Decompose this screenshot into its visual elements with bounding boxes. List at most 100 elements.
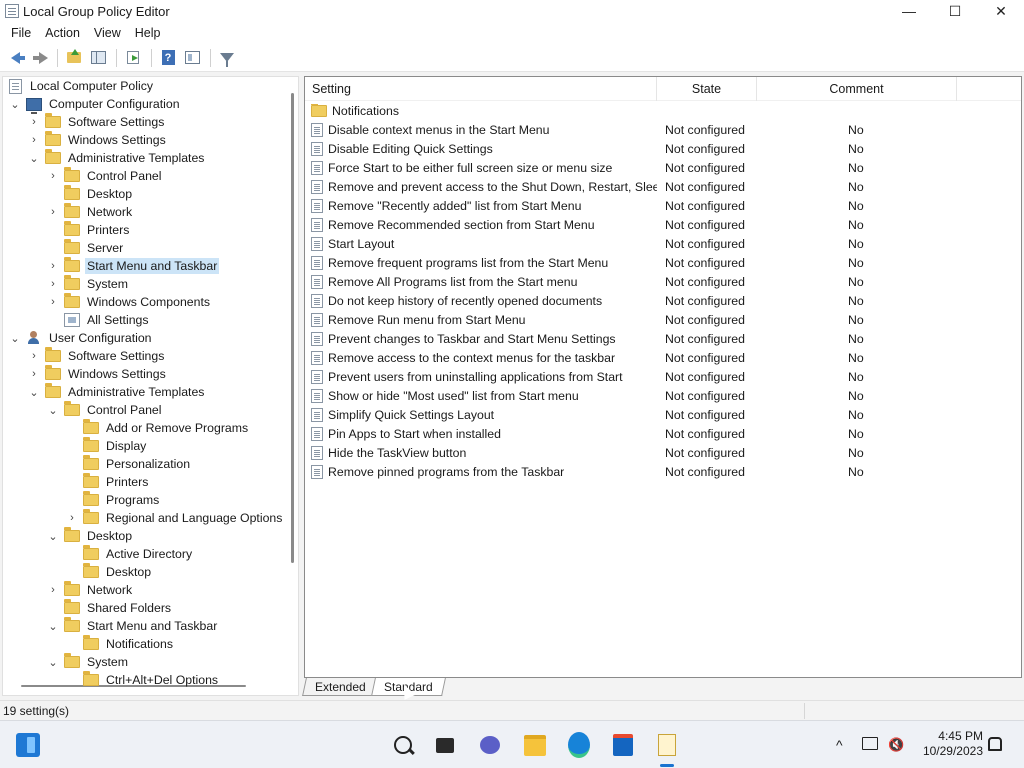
collapse-chevron-icon[interactable]: ⌄	[28, 149, 40, 167]
policy-row[interactable]: Disable Editing Quick Settings Not config…	[305, 139, 1021, 158]
tree-item[interactable]: All Settings	[47, 311, 151, 329]
tree-item[interactable]: ⌄ System	[47, 653, 130, 671]
collapse-chevron-icon[interactable]: ⌄	[47, 617, 59, 635]
collapse-chevron-icon[interactable]: ⌄	[47, 527, 59, 545]
policy-row[interactable]: Pin Apps to Start when installed Not conf…	[305, 424, 1021, 443]
tree-item[interactable]: Programs	[66, 491, 161, 509]
policy-row[interactable]: Remove frequent programs list from the S…	[305, 253, 1021, 272]
policy-row[interactable]: Prevent changes to Taskbar and Start Men…	[305, 329, 1021, 348]
expand-chevron-icon[interactable]: ›	[66, 509, 78, 527]
menu-help[interactable]: Help	[128, 26, 168, 40]
menu-view[interactable]: View	[87, 26, 128, 40]
tree-item[interactable]: › Software Settings	[28, 113, 166, 131]
tree-item[interactable]: Local Computer Policy	[9, 77, 155, 95]
show-hidden-icons-chevron-icon[interactable]: ^	[836, 737, 843, 753]
expand-chevron-icon[interactable]: ›	[28, 365, 40, 383]
tree-item[interactable]: Active Directory	[66, 545, 194, 563]
tree-item[interactable]: Printers	[66, 473, 150, 491]
tree-item[interactable]: › Windows Settings	[28, 365, 168, 383]
tree-item[interactable]: Desktop	[66, 563, 153, 581]
policy-row[interactable]: Remove Recommended section from Start Me…	[305, 215, 1021, 234]
expand-chevron-icon[interactable]: ›	[47, 581, 59, 599]
notifications-icon[interactable]	[988, 737, 1002, 751]
column-comment[interactable]: Comment	[757, 77, 957, 101]
expand-chevron-icon[interactable]: ›	[47, 203, 59, 221]
menu-file[interactable]: File	[4, 26, 38, 40]
start-icon[interactable]	[346, 733, 370, 757]
close-button[interactable]: ✕	[978, 0, 1024, 22]
tree-item[interactable]: Personalization	[66, 455, 192, 473]
tree-item[interactable]: ⌄ Desktop	[47, 527, 134, 545]
filter-button[interactable]	[216, 47, 238, 69]
policy-row[interactable]: Start Layout Not configured No	[305, 234, 1021, 253]
maximize-button[interactable]: ☐	[932, 0, 978, 22]
tree-item[interactable]: › Regional and Language Options	[66, 509, 284, 527]
collapse-chevron-icon[interactable]: ⌄	[47, 401, 59, 419]
minimize-button[interactable]: —	[886, 0, 932, 22]
expand-chevron-icon[interactable]: ›	[28, 131, 40, 149]
expand-chevron-icon[interactable]: ›	[47, 167, 59, 185]
tree-item[interactable]: ⌄ User Configuration	[9, 329, 154, 347]
tree-item[interactable]: ⌄ Administrative Templates	[28, 383, 206, 401]
collapse-chevron-icon[interactable]: ⌄	[9, 95, 21, 113]
tree-item[interactable]: Add or Remove Programs	[66, 419, 250, 437]
chat-icon[interactable]	[478, 733, 502, 757]
task-view-icon[interactable]	[433, 733, 457, 757]
column-setting[interactable]: Setting	[305, 77, 657, 101]
policy-row[interactable]: Hide the TaskView button Not configured No	[305, 443, 1021, 462]
collapse-chevron-icon[interactable]: ⌄	[47, 653, 59, 671]
policy-row[interactable]: Simplify Quick Settings Layout Not config…	[305, 405, 1021, 424]
list-folder-row[interactable]: Notifications	[305, 101, 1021, 120]
tree-item[interactable]: ⌄ Computer Configuration	[9, 95, 182, 114]
tree-item[interactable]: › Network	[47, 581, 134, 599]
tree-item[interactable]: › Windows Settings	[28, 131, 168, 149]
help-button[interactable]: ?	[157, 47, 179, 69]
widgets-icon[interactable]	[16, 733, 40, 757]
tree-item[interactable]: ⌄ Administrative Templates	[28, 149, 206, 167]
tree-item[interactable]: › Control Panel	[47, 167, 164, 185]
group-policy-editor-icon[interactable]	[655, 733, 679, 757]
search-icon[interactable]	[391, 733, 415, 757]
collapse-chevron-icon[interactable]: ⌄	[9, 329, 21, 347]
tree-item[interactable]: ⌄ Start Menu and Taskbar	[47, 617, 219, 635]
clock[interactable]: 4:45 PM 10/29/2023	[913, 729, 983, 759]
tree-item[interactable]: Printers	[47, 221, 131, 239]
policy-row[interactable]: Remove access to the context menus for t…	[305, 348, 1021, 367]
policy-row[interactable]: Show or hide "Most used" list from Start…	[305, 386, 1021, 405]
tree-item[interactable]: › System	[47, 275, 130, 293]
menu-action[interactable]: Action	[38, 26, 87, 40]
tree-item[interactable]: Notifications	[66, 635, 175, 653]
policy-row[interactable]: Do not keep history of recently opened d…	[305, 291, 1021, 310]
expand-chevron-icon[interactable]: ›	[47, 275, 59, 293]
export-list-button[interactable]	[122, 47, 144, 69]
edge-icon[interactable]	[567, 733, 591, 757]
column-state[interactable]: State	[657, 77, 757, 101]
expand-chevron-icon[interactable]: ›	[28, 347, 40, 365]
tree-item[interactable]: › Software Settings	[28, 347, 166, 365]
expand-chevron-icon[interactable]: ›	[28, 113, 40, 131]
console-tree[interactable]: Local Computer Policy ⌄ Computer Configura…	[2, 76, 299, 696]
back-button[interactable]	[4, 47, 26, 69]
tree-item[interactable]: Shared Folders	[47, 599, 173, 617]
network-icon[interactable]	[862, 737, 878, 750]
tree-item[interactable]: Display	[66, 437, 148, 455]
policy-row[interactable]: Prevent users from uninstalling applicat…	[305, 367, 1021, 386]
policy-row[interactable]: Remove and prevent access to the Shut Do…	[305, 177, 1021, 196]
policy-row[interactable]: Force Start to be either full screen siz…	[305, 158, 1021, 177]
expand-chevron-icon[interactable]: ›	[47, 293, 59, 311]
up-one-level-button[interactable]	[63, 47, 85, 69]
policy-row[interactable]: Disable context menus in the Start Menu N…	[305, 120, 1021, 139]
policy-row[interactable]: Remove "Recently added" list from Start …	[305, 196, 1021, 215]
tree-item[interactable]: Server	[47, 239, 125, 257]
tab-extended[interactable]: Extended	[302, 678, 379, 696]
policy-row[interactable]: Remove pinned programs from the Taskbar N…	[305, 462, 1021, 481]
file-explorer-icon[interactable]	[523, 733, 547, 757]
policy-row[interactable]: Remove Run menu from Start Menu Not confi…	[305, 310, 1021, 329]
collapse-chevron-icon[interactable]: ⌄	[28, 383, 40, 401]
properties-button[interactable]	[181, 47, 203, 69]
policy-row[interactable]: Remove All Programs list from the Start …	[305, 272, 1021, 291]
show-hide-tree-button[interactable]	[87, 47, 109, 69]
tree-item[interactable]: ⌄ Control Panel	[47, 401, 164, 419]
tree-item[interactable]: Desktop	[47, 185, 134, 203]
tree-item[interactable]: › Network	[47, 203, 134, 221]
